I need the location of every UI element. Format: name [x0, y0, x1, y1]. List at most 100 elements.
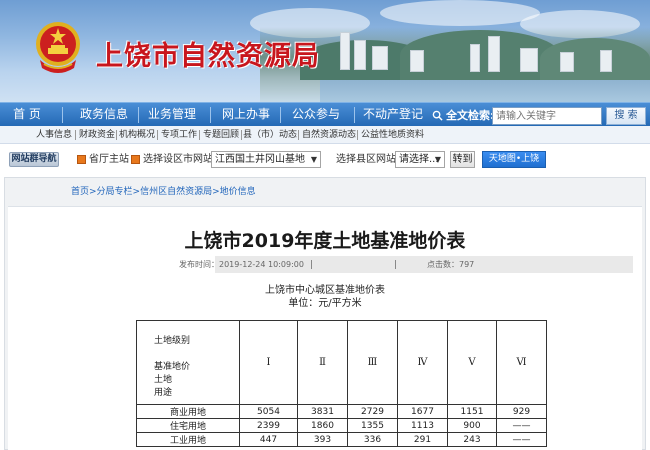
subnav-personnel-info[interactable]: 人事信息: [36, 126, 72, 144]
search-input[interactable]: [492, 107, 602, 125]
nav-separator: [62, 107, 63, 123]
nav-business-management[interactable]: 业务管理: [140, 103, 204, 127]
header-level-label: 土地级别: [154, 336, 191, 346]
nav-separator: [354, 107, 355, 123]
site-search: 全文检索: 搜 索: [430, 107, 647, 125]
national-emblem-icon: [36, 22, 80, 73]
table-cell: 2729: [347, 404, 398, 419]
table-cell: 900: [447, 418, 497, 433]
go-button[interactable]: 转到: [450, 151, 475, 168]
nav-government-info[interactable]: 政务信息: [72, 103, 136, 127]
city-select-value: 江西国土井冈山基地: [215, 154, 305, 165]
nav-separator: [210, 107, 211, 123]
table-row: 住宅用地 2399 1860 1355 1113 900 ——: [136, 418, 547, 433]
subnav-topic-review[interactable]: 专题回顾: [203, 126, 239, 144]
table-cell: 1677: [397, 404, 448, 419]
table-cell: 393: [297, 432, 348, 447]
banner-building: [372, 46, 388, 70]
subnav-separator: [75, 130, 76, 140]
publish-time: 发布时间：2019-12-24 10:09:00: [179, 260, 304, 269]
nav-separator: [138, 107, 139, 123]
breadcrumb[interactable]: 首页>分局专栏>信州区自然资源局>地价信息: [71, 185, 256, 199]
row-use-label: 住宅用地: [136, 418, 240, 433]
province-site-link[interactable]: 省厅主站: [89, 152, 129, 167]
county-select-value: 请选择...: [399, 154, 439, 165]
article-meta-bar: 发布时间：2019-12-24 10:09:00 点击数：797: [179, 256, 633, 273]
level-header: Ⅱ: [297, 320, 348, 405]
banner-hill: [540, 38, 650, 80]
click-count: 点击数：797: [427, 260, 475, 269]
table-cell: 1860: [297, 418, 348, 433]
site-title: 上饶市自然资源局: [96, 41, 320, 72]
table-cell: 243: [447, 432, 497, 447]
subnav-separator: [357, 130, 358, 140]
nav-online-services[interactable]: 网上办事: [214, 103, 278, 127]
city-checkbox-icon[interactable]: [131, 155, 140, 164]
table-cell: 447: [239, 432, 298, 447]
site-group-badge: 网站群导航: [9, 152, 59, 167]
banner-building: [560, 52, 574, 72]
subnav-separator: [157, 130, 158, 140]
subnav-organization[interactable]: 机构概况: [119, 126, 155, 144]
search-label: 全文检索:: [446, 109, 495, 122]
banner-building: [354, 40, 366, 70]
banner-building: [488, 36, 500, 72]
city-site-select[interactable]: 江西国土井冈山基地 ▼: [211, 151, 321, 168]
header-price-label: 基准地价: [154, 362, 191, 372]
header-spacer: [154, 348, 239, 361]
table-cell: 929: [496, 404, 547, 419]
subnav-finance[interactable]: 财政资金: [79, 126, 115, 144]
subnav-separator: [116, 130, 117, 140]
site-group-bar: 网站群导航 省厅主站 选择设区市网站: 江西国土井冈山基地 ▼ 选择县区网站: …: [0, 148, 650, 172]
subnav-natural-resources-news[interactable]: 自然资源动态: [302, 126, 356, 144]
table-cell: 3831: [297, 404, 348, 419]
nav-separator: [280, 107, 281, 123]
province-checkbox-icon[interactable]: [77, 155, 86, 164]
meta-separator: [311, 260, 312, 269]
table-cell: ——: [496, 418, 547, 433]
search-button[interactable]: 搜 索: [606, 107, 646, 125]
chevron-down-icon: ▼: [310, 155, 317, 164]
row-use-label: 工业用地: [136, 432, 240, 447]
nav-public-participation[interactable]: 公众参与: [284, 103, 348, 127]
table-cell: 336: [347, 432, 398, 447]
subnav-separator: [199, 130, 200, 140]
table-corner-header: 土地级别 基准地价 土地 用途: [136, 320, 240, 405]
row-use-label: 商业用地: [136, 404, 240, 419]
article-title: 上饶市2019年度土地基准地价表: [184, 230, 466, 252]
table-cell: 2399: [239, 418, 298, 433]
chevron-down-icon: ▼: [434, 155, 441, 164]
table-header-row: 土地级别 基准地价 土地 用途 Ⅰ Ⅱ Ⅲ Ⅳ Ⅴ Ⅵ: [136, 320, 547, 405]
level-header: Ⅵ: [496, 320, 547, 405]
banner-water: [320, 80, 650, 102]
table-cell: ——: [496, 432, 547, 447]
banner-building: [410, 50, 424, 72]
county-select-label: 选择县区网站:: [336, 154, 400, 165]
table-cell: 1151: [447, 404, 497, 419]
banner-building: [520, 48, 538, 72]
land-price-table: 土地级别 基准地价 土地 用途 Ⅰ Ⅱ Ⅲ Ⅳ Ⅴ Ⅵ 商业用地 5054 38…: [136, 320, 547, 447]
sub-nav: 人事信息 财政资金 机构概况 专项工作 专题回顾 县（市）动态 自然资源动态 公…: [0, 126, 650, 144]
header-land-label: 土地: [154, 375, 173, 385]
header-use-label: 用途: [154, 388, 173, 398]
subnav-special-work[interactable]: 专项工作: [161, 126, 197, 144]
meta-separator: [395, 260, 396, 269]
banner-building: [340, 32, 350, 70]
nav-home[interactable]: 首 页: [4, 103, 50, 127]
nav-real-estate-registration[interactable]: 不动产登记: [358, 103, 428, 127]
header-banner: 上饶市自然资源局: [0, 0, 650, 102]
banner-building: [600, 50, 612, 72]
table-cell: 1113: [397, 418, 448, 433]
county-site-select[interactable]: 请选择... ▼: [395, 151, 445, 168]
table-row: 商业用地 5054 3831 2729 1677 1151 929: [136, 404, 547, 419]
subnav-separator: [241, 130, 242, 140]
subnav-separator: [298, 130, 299, 140]
level-header: Ⅳ: [397, 320, 448, 405]
tianditu-button[interactable]: 天地图•上饶: [482, 151, 546, 168]
table-cell: 1355: [347, 418, 398, 433]
subnav-county-news[interactable]: 县（市）动态: [243, 126, 297, 144]
table-cell: 5054: [239, 404, 298, 419]
subnav-geological-data[interactable]: 公益性地质资料: [361, 126, 424, 144]
level-header: Ⅴ: [447, 320, 497, 405]
table-row: 工业用地 447 393 336 291 243 ——: [136, 432, 547, 447]
